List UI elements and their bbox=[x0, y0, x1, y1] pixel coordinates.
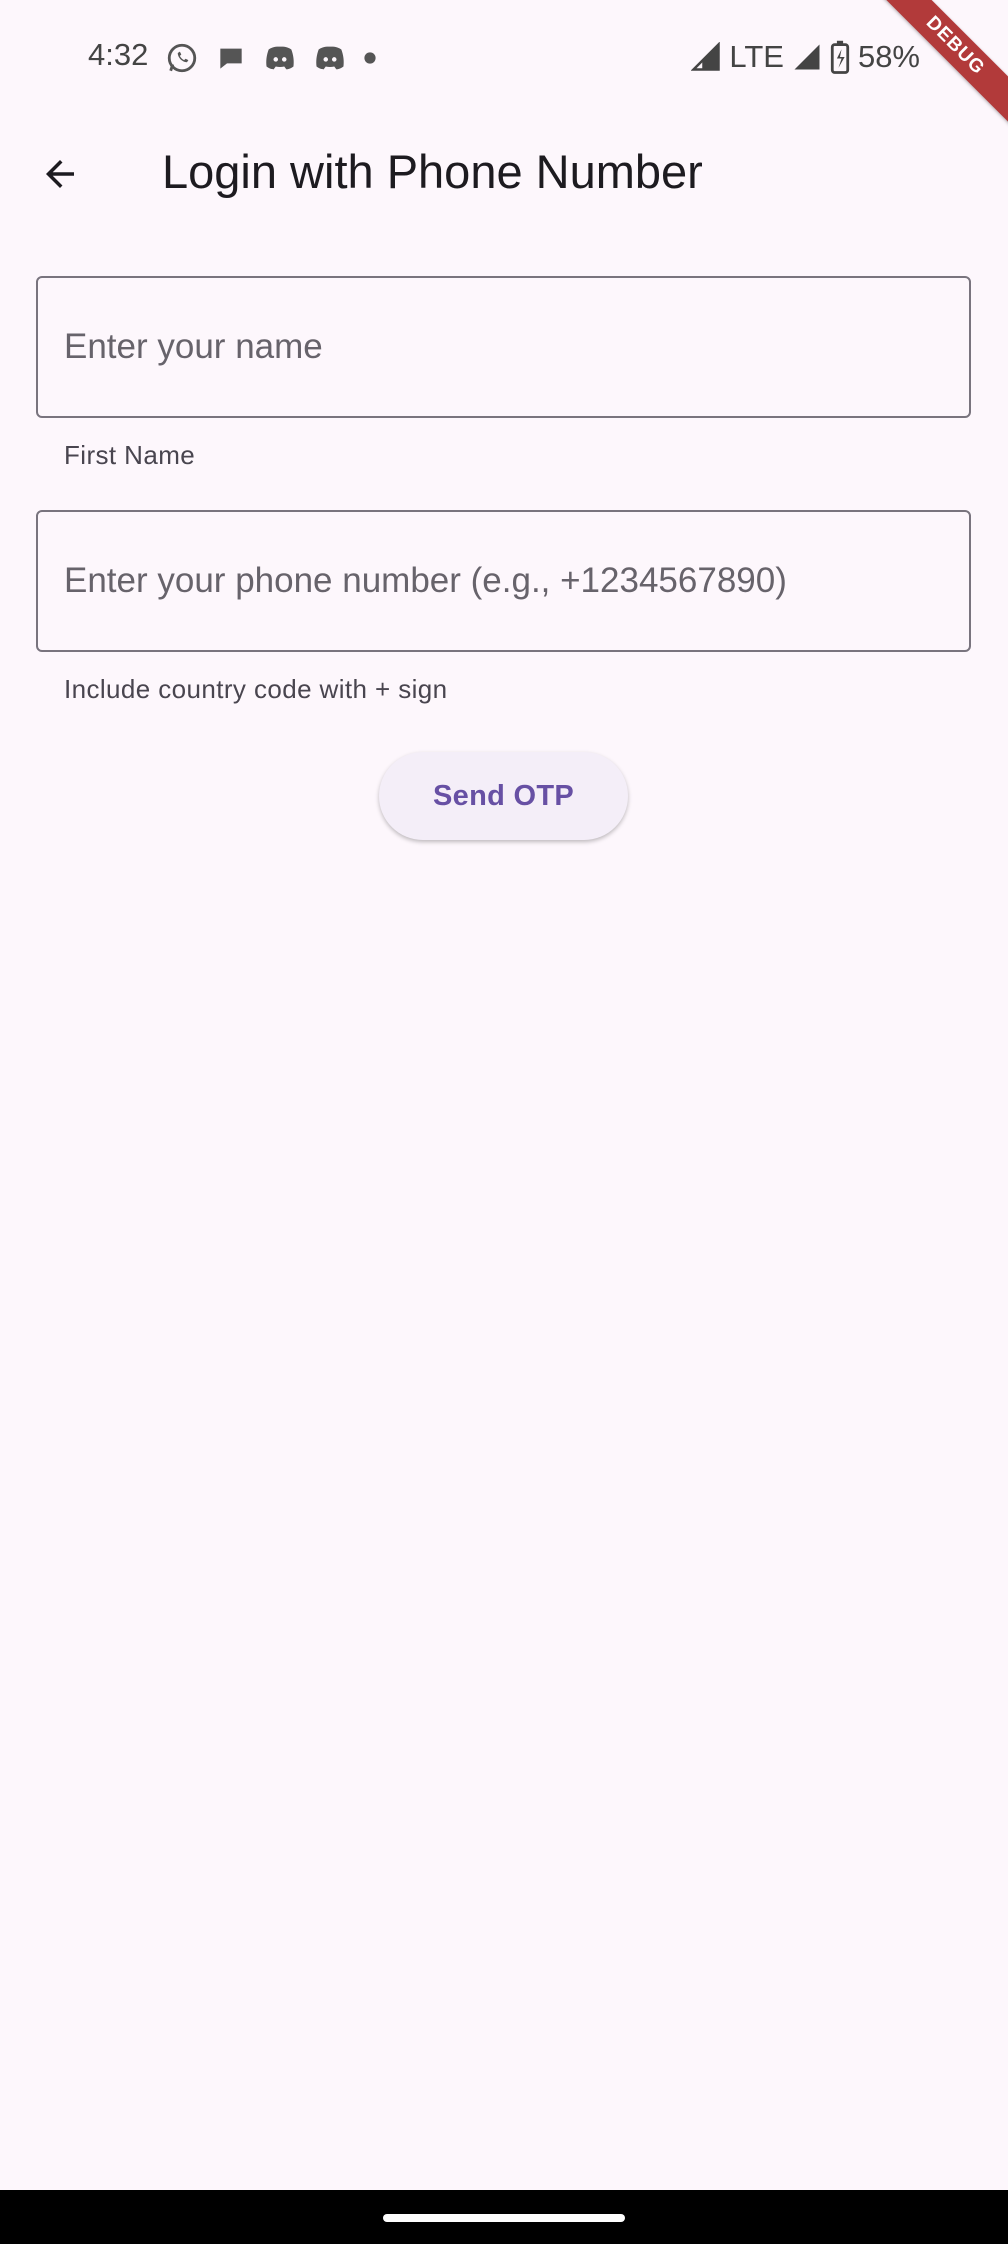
phone-helper-text: Include country code with + sign bbox=[64, 674, 448, 704]
home-gesture-handle[interactable] bbox=[383, 2214, 625, 2222]
signal-icon bbox=[691, 42, 721, 72]
battery-percent: 58% bbox=[857, 39, 920, 74]
name-helper-text: First Name bbox=[64, 440, 196, 470]
status-time: 4:32 bbox=[88, 37, 149, 72]
back-button[interactable] bbox=[24, 140, 96, 212]
battery-icon bbox=[830, 40, 850, 74]
status-bar: 4:32 LTE 58% bbox=[0, 0, 1008, 116]
discord-icon bbox=[263, 42, 297, 74]
signal-icon bbox=[792, 42, 822, 72]
discord-icon bbox=[313, 42, 347, 74]
phone-input[interactable] bbox=[38, 512, 969, 650]
page-title: Login with Phone Number bbox=[162, 145, 703, 198]
app-bar: Login with Phone Number bbox=[0, 116, 1008, 236]
network-type: LTE bbox=[729, 39, 784, 74]
system-nav-bar bbox=[0, 2190, 1008, 2244]
send-otp-button[interactable]: Send OTP bbox=[379, 752, 628, 840]
notification-icons bbox=[165, 40, 377, 76]
whatsapp-icon bbox=[165, 41, 199, 75]
dot-icon bbox=[363, 51, 377, 65]
status-right: LTE 58% bbox=[691, 37, 920, 77]
chat-bubble-icon bbox=[215, 42, 247, 74]
phone-field[interactable] bbox=[36, 510, 971, 652]
name-field[interactable] bbox=[36, 276, 971, 418]
name-input[interactable] bbox=[38, 278, 969, 416]
arrow-back-icon bbox=[39, 153, 81, 200]
